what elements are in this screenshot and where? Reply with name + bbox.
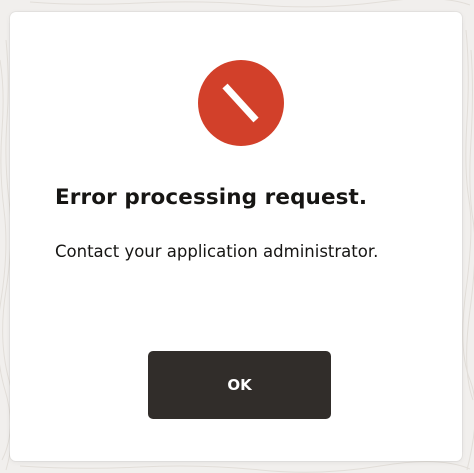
ok-button[interactable]: OK <box>148 351 331 419</box>
error-message: Contact your application administrator. <box>55 242 379 261</box>
error-dialog: Error processing request. Contact your a… <box>10 12 462 461</box>
error-title: Error processing request. <box>55 185 368 210</box>
error-icon <box>198 60 284 146</box>
